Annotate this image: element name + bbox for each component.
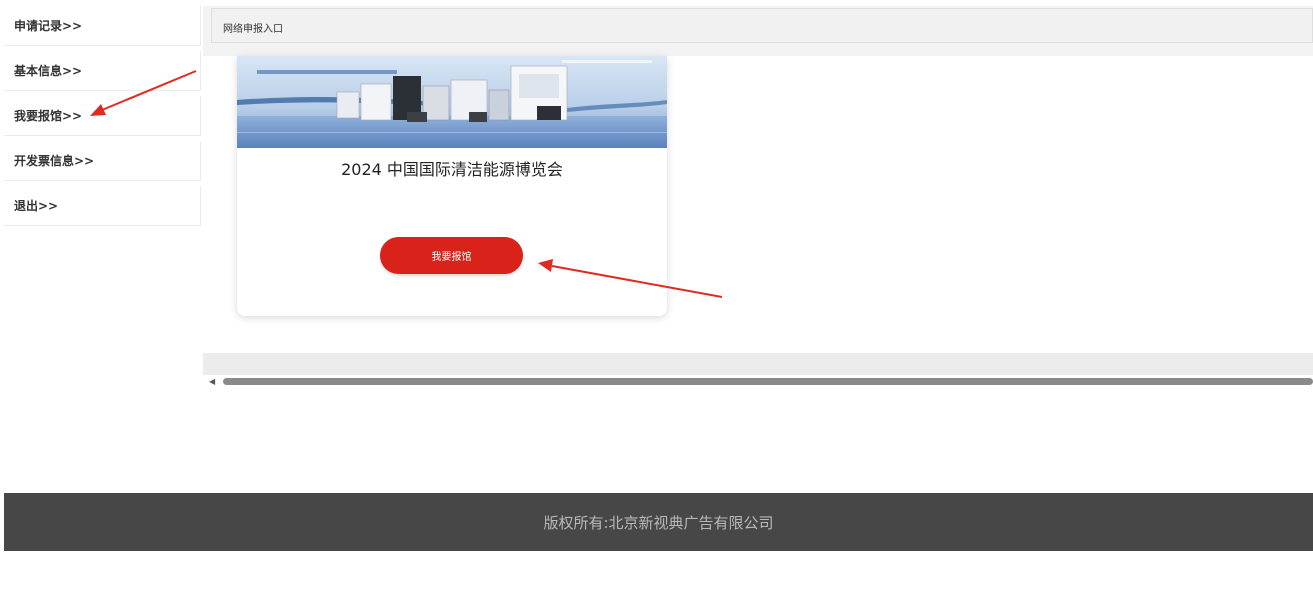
scrollbar-thumb[interactable] xyxy=(223,378,1313,385)
sidebar-item-label: 我要报馆>> xyxy=(14,109,83,123)
report-booth-button[interactable]: 我要报馆 xyxy=(380,237,523,274)
tab-label: 网络申报入口 xyxy=(223,24,283,35)
copyright-text: 版权所有:北京新视典广告有限公司 xyxy=(543,513,774,532)
sidebar-item-basic-info[interactable]: 基本信息>> xyxy=(4,51,201,91)
footer: 版权所有:北京新视典广告有限公司 xyxy=(4,493,1313,551)
exhibition-title: 2024 中国国际清洁能源博览会 xyxy=(341,160,563,179)
sidebar-item-application-records[interactable]: 申请记录>> xyxy=(4,6,201,46)
sidebar-item-report-booth[interactable]: 我要报馆>> xyxy=(4,96,201,136)
sidebar-item-label: 退出>> xyxy=(14,199,59,213)
exhibition-banner-image xyxy=(237,56,667,148)
main-panel: 网络申报入口 2024 中国国际清洁能源博览会 我要报馆 xyxy=(203,6,1313,352)
sidebar-item-label: 开发票信息>> xyxy=(14,154,95,168)
tab-online-declaration[interactable]: 网络申报入口 xyxy=(211,8,1313,43)
sidebar-item-invoice-info[interactable]: 开发票信息>> xyxy=(4,141,201,181)
sidebar-item-label: 基本信息>> xyxy=(14,64,83,78)
sidebar-item-label: 申请记录>> xyxy=(14,19,83,33)
sidebar-item-logout[interactable]: 退出>> xyxy=(4,186,201,226)
exhibition-card: 2024 中国国际清洁能源博览会 我要报馆 xyxy=(237,56,667,316)
content-area: 2024 中国国际清洁能源博览会 我要报馆 xyxy=(203,56,1313,352)
scroll-left-arrow-icon[interactable]: ◀ xyxy=(209,377,215,386)
horizontal-scrollbar[interactable]: ◀ xyxy=(203,375,1313,389)
sidebar: 申请记录>> 基本信息>> 我要报馆>> 开发票信息>> 退出>> xyxy=(4,6,201,231)
content-bottom-band xyxy=(203,353,1313,375)
